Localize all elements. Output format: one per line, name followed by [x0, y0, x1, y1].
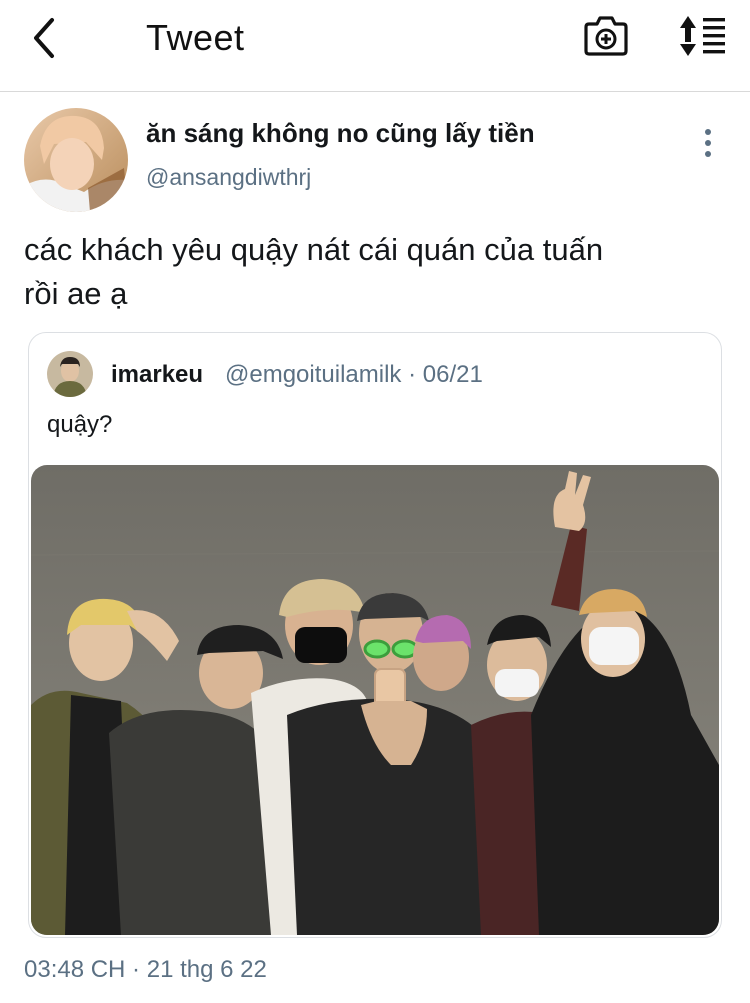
back-button[interactable]	[24, 14, 68, 62]
page-title: Tweet	[146, 17, 245, 58]
more-vertical-icon	[705, 129, 711, 157]
quoted-author-name[interactable]: imarkeu	[111, 361, 203, 389]
tweet-timestamp: 03:48 CH · 21 thg 6 22	[24, 956, 267, 983]
tweet-text-line: các khách yêu quậy nát cái quán của tuấn	[24, 232, 604, 267]
author-name[interactable]: ăn sáng không no cũng lấy tiền	[146, 118, 535, 149]
camera-button[interactable]	[583, 14, 629, 58]
top-bar: Tweet	[0, 0, 750, 92]
tweet-text-line: rồi ae ạ	[24, 276, 128, 311]
quoted-tweet-text: quậy?	[47, 411, 113, 438]
author-avatar[interactable]	[24, 108, 128, 212]
quoted-tweet-photo[interactable]	[31, 465, 719, 935]
quoted-tweet[interactable]: imarkeu @emgoituilamilk · 06/21 quậy?	[28, 332, 722, 938]
chevron-left-icon	[34, 18, 54, 58]
camera-plus-icon	[584, 16, 628, 56]
author-handle[interactable]: @ansangdiwthrj	[146, 164, 311, 191]
tweet-text: các khách yêu quậy nát cái quán của tuấn…	[24, 228, 724, 316]
quoted-author-avatar[interactable]	[47, 351, 93, 397]
quoted-author-handle[interactable]: @emgoituilamilk · 06/21	[225, 361, 483, 389]
more-options-button[interactable]	[694, 126, 722, 160]
sort-lines-icon	[680, 16, 725, 56]
sort-button[interactable]	[676, 14, 728, 58]
